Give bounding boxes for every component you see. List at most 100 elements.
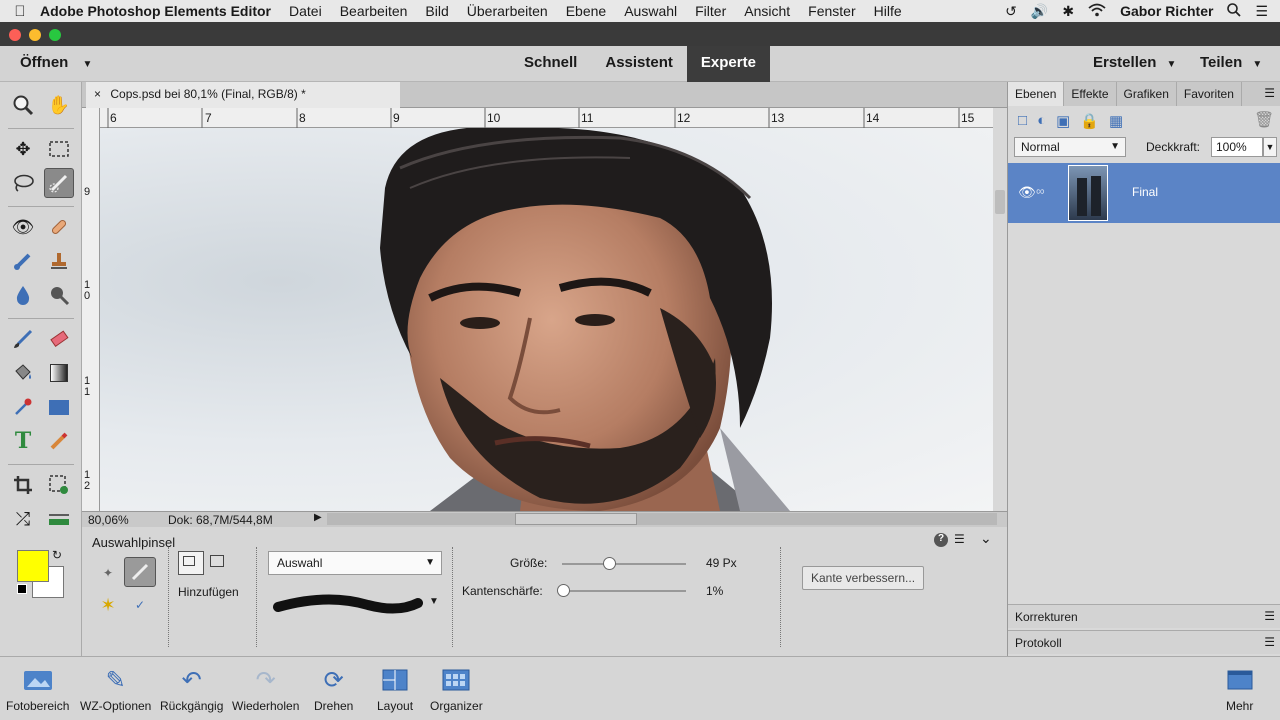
- hand-tool-icon[interactable]: ✋: [44, 90, 74, 120]
- scroll-thumb[interactable]: [995, 190, 1005, 214]
- crop-tool-icon[interactable]: [8, 470, 38, 500]
- history-panel-header[interactable]: Protokoll ☰: [1008, 630, 1280, 654]
- feather-slider[interactable]: [562, 590, 686, 592]
- panel-menu-icon[interactable]: ☰: [1264, 635, 1275, 649]
- layer-mask-icon[interactable]: ▣: [1056, 112, 1070, 130]
- visibility-eye-icon[interactable]: 👁: [1018, 184, 1036, 201]
- notification-center-icon[interactable]: ☰: [1255, 3, 1268, 20]
- tab-effekte[interactable]: Effekte: [1064, 82, 1117, 106]
- rectangular-marquee-icon[interactable]: [44, 134, 74, 164]
- corrections-panel-header[interactable]: Korrekturen ☰: [1008, 604, 1280, 628]
- selection-brush-icon[interactable]: [44, 168, 74, 198]
- spot-healing-icon[interactable]: [44, 212, 74, 242]
- menu-bild[interactable]: Bild: [425, 3, 448, 19]
- menu-fenster[interactable]: Fenster: [808, 3, 855, 19]
- mode-experte[interactable]: Experte: [686, 46, 770, 82]
- menu-bearbeiten[interactable]: Bearbeiten: [340, 3, 408, 19]
- recompose-tool-icon[interactable]: [44, 470, 74, 500]
- eyedropper-icon[interactable]: [8, 392, 38, 422]
- photo-bin-button[interactable]: Fotobereich: [6, 663, 69, 713]
- menu-hilfe[interactable]: Hilfe: [874, 3, 902, 19]
- sponge-zoom-icon[interactable]: [44, 280, 74, 310]
- status-menu-arrow-icon[interactable]: ▶: [314, 512, 322, 523]
- lasso-tool-icon[interactable]: [8, 168, 38, 198]
- zoom-tool-icon[interactable]: [8, 90, 38, 120]
- pencil-tool-icon[interactable]: [44, 426, 74, 456]
- link-icon[interactable]: ∞: [1036, 184, 1045, 198]
- minimize-window-button[interactable]: [29, 29, 41, 41]
- blur-tool-icon[interactable]: [8, 280, 38, 310]
- menu-ebene[interactable]: Ebene: [566, 3, 606, 19]
- panel-options-icon[interactable]: ☰: [954, 532, 965, 546]
- smart-brush-icon[interactable]: [8, 246, 38, 276]
- vertical-scrollbar[interactable]: [993, 108, 1007, 511]
- adjustment-layer-icon[interactable]: ◐: [1037, 112, 1046, 130]
- zoom-window-button[interactable]: [49, 29, 61, 41]
- tool-options-button[interactable]: ✎ WZ-Optionen: [80, 663, 151, 714]
- clone-stamp-icon[interactable]: [44, 246, 74, 276]
- tab-ebenen[interactable]: Ebenen: [1008, 82, 1065, 106]
- menu-ueberarbeiten[interactable]: Überarbeiten: [467, 3, 548, 19]
- user-name[interactable]: Gabor Richter: [1120, 3, 1213, 19]
- layer-row-final[interactable]: 👁 ∞ Final: [1008, 163, 1280, 223]
- apple-icon[interactable]: : [0, 3, 40, 20]
- brush-picker-arrow-icon[interactable]: ▼: [429, 596, 439, 607]
- open-menu-button[interactable]: Öffnen ▼: [20, 54, 92, 71]
- selection-mode-dropdown[interactable]: Auswahl ▼: [268, 551, 442, 575]
- organizer-button[interactable]: Organizer: [430, 663, 483, 713]
- selection-brush-option-icon[interactable]: [124, 557, 156, 587]
- close-document-icon[interactable]: ×: [94, 87, 101, 101]
- refine-selection-brush-icon[interactable]: ✓: [126, 591, 154, 619]
- straighten-tool-icon[interactable]: [44, 504, 74, 534]
- layer-name[interactable]: Final: [1132, 185, 1158, 199]
- undo-button[interactable]: ↶ Rückgängig: [160, 663, 223, 714]
- more-button[interactable]: Mehr: [1226, 663, 1253, 713]
- scroll-thumb[interactable]: [515, 513, 637, 525]
- panel-menu-icon[interactable]: ☰: [1264, 609, 1275, 623]
- size-slider[interactable]: [562, 563, 686, 565]
- image-canvas[interactable]: [100, 128, 993, 511]
- tab-favoriten[interactable]: Favoriten: [1177, 82, 1242, 106]
- refine-edge-button[interactable]: Kante verbessern...: [802, 566, 924, 590]
- subtract-mode-icon[interactable]: [206, 551, 232, 575]
- size-value[interactable]: 49 Px: [706, 556, 737, 570]
- trash-icon[interactable]: 🗑: [1254, 110, 1274, 130]
- quick-selection-icon[interactable]: ✦: [94, 559, 122, 587]
- mode-schnell[interactable]: Schnell: [510, 46, 591, 82]
- swap-colors-icon[interactable]: ↻: [52, 548, 62, 562]
- layout-button[interactable]: Layout: [377, 663, 413, 713]
- menu-datei[interactable]: Datei: [289, 3, 322, 19]
- shape-tool-icon[interactable]: [44, 392, 74, 422]
- mode-assistent[interactable]: Assistent: [591, 46, 687, 82]
- menu-ansicht[interactable]: Ansicht: [744, 3, 790, 19]
- paint-bucket-icon[interactable]: [8, 358, 38, 388]
- horizontal-scrollbar[interactable]: [327, 513, 997, 525]
- lock-transparency-icon[interactable]: ▦: [1109, 112, 1123, 130]
- bluetooth-icon[interactable]: ✱: [1062, 3, 1074, 20]
- lock-all-icon[interactable]: 🔒: [1080, 112, 1099, 130]
- volume-icon[interactable]: 🔊: [1031, 3, 1048, 20]
- zoom-level[interactable]: 80,06%: [88, 513, 129, 527]
- opacity-dropdown-icon[interactable]: ▼: [1263, 137, 1277, 157]
- size-slider-knob[interactable]: [603, 557, 617, 570]
- wifi-icon[interactable]: [1088, 3, 1106, 20]
- brush-preview[interactable]: [268, 589, 438, 619]
- new-layer-icon[interactable]: □: [1018, 112, 1027, 130]
- redo-button[interactable]: ↷ Wiederholen: [232, 663, 299, 714]
- document-tab[interactable]: × Cops.psd bei 80,1% (Final, RGB/8) *: [86, 82, 400, 108]
- menu-auswahl[interactable]: Auswahl: [624, 3, 677, 19]
- menu-filter[interactable]: Filter: [695, 3, 726, 19]
- blend-mode-dropdown[interactable]: Normal ▼: [1014, 137, 1126, 157]
- layer-thumbnail[interactable]: [1068, 165, 1108, 221]
- rotate-button[interactable]: ⟳ Drehen: [314, 663, 353, 714]
- share-menu-button[interactable]: Teilen ▼: [1200, 54, 1262, 71]
- opacity-input[interactable]: 100%: [1211, 137, 1263, 157]
- tab-grafiken[interactable]: Grafiken: [1117, 82, 1177, 106]
- move-tool-icon[interactable]: ✥: [8, 134, 38, 164]
- gradient-tool-icon[interactable]: [44, 358, 74, 388]
- time-machine-icon[interactable]: ↺: [1005, 3, 1017, 20]
- add-mode-icon[interactable]: [178, 551, 204, 575]
- eraser-tool-icon[interactable]: [44, 324, 74, 354]
- foreground-color-swatch[interactable]: [17, 550, 49, 582]
- close-window-button[interactable]: [9, 29, 21, 41]
